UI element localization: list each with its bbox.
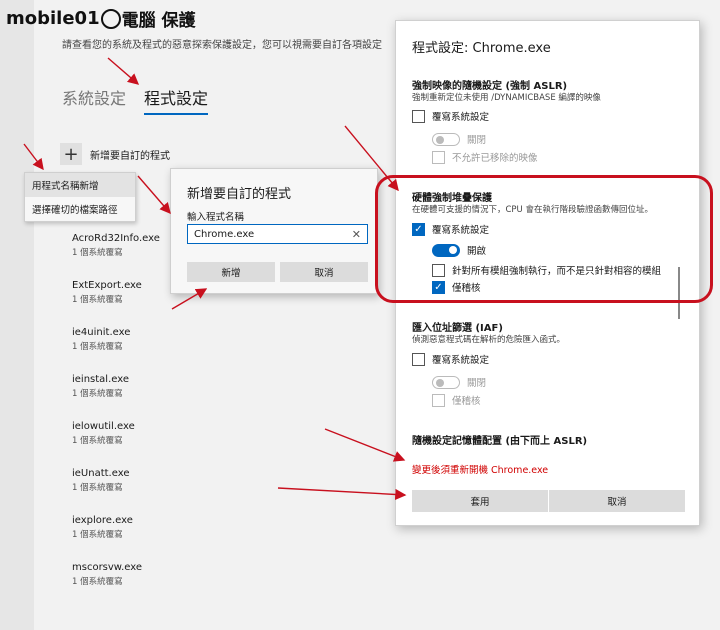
program-name-label: 輸入程式名稱	[187, 212, 245, 223]
aslr-toggle-row[interactable]: 關閉	[432, 132, 486, 146]
iaf-audit-row[interactable]: 僅稽核	[432, 393, 481, 407]
program-override-count: 1 個系統覆寫	[72, 389, 123, 399]
aslr-toggle-label: 關閉	[467, 135, 487, 146]
panel-cancel-button[interactable]: 取消	[549, 490, 685, 512]
add-button[interactable]: 新增	[187, 262, 275, 282]
add-method-dropdown: 用程式名稱新增 選擇確切的檔案路徑	[24, 172, 136, 222]
list-item[interactable]: ielowutil.exe 1 個系統覆寫	[72, 421, 160, 468]
bottomup-heading: 隨機設定記憶體配置 (由下而上 ASLR)	[412, 436, 588, 447]
aslr-override-checkbox[interactable]	[412, 109, 425, 123]
cancel-button[interactable]: 取消	[280, 262, 368, 282]
panel-title: 程式設定: Chrome.exe	[412, 41, 551, 56]
aslr-sub-row[interactable]: 不允許已移除的映像	[432, 150, 538, 164]
page-description: 請查看您的系統及程式的惡意探索保護設定，您可以視需要自訂各項設定	[62, 40, 382, 51]
aslr-override-label: 覆寫系統設定	[432, 112, 490, 123]
logo-text: mobile01	[6, 8, 100, 29]
iaf-description: 偵測惡意程式碼在解析的危險匯入函式。	[412, 335, 566, 345]
highlight-frame	[375, 175, 713, 303]
aslr-override-row[interactable]: 覆寫系統設定	[412, 109, 489, 123]
iaf-toggle-row[interactable]: 關閉	[432, 375, 486, 389]
program-override-count: 1 個系統覆寫	[72, 342, 123, 352]
iaf-audit-label: 僅稽核	[452, 396, 481, 407]
add-program-row[interactable]: + 新增要自訂的程式	[60, 143, 170, 165]
logo-suffix: 電腦 保護	[121, 11, 196, 31]
program-name-input[interactable]: Chrome.exe ✕	[187, 224, 368, 244]
program-name: ie4uinit.exe	[72, 327, 131, 338]
list-item[interactable]: ExtExport.exe 1 個系統覆寫	[72, 280, 160, 327]
aslr-sub-checkbox[interactable]	[432, 150, 445, 164]
add-program-label: 新增要自訂的程式	[90, 150, 170, 162]
list-item[interactable]: AcroRd32Info.exe 1 個系統覆寫	[72, 233, 160, 280]
program-name: ieUnatt.exe	[72, 468, 130, 479]
iaf-toggle[interactable]	[432, 375, 460, 389]
tab-system-settings[interactable]: 系統設定	[62, 85, 126, 115]
aslr-toggle[interactable]	[432, 132, 460, 146]
iaf-override-checkbox[interactable]	[412, 352, 425, 366]
iaf-heading: 匯入位址篩選 (IAF)	[412, 323, 503, 334]
program-name: mscorsvw.exe	[72, 562, 142, 573]
add-program-button[interactable]: +	[60, 143, 82, 165]
aslr-heading: 強制映像的隨機設定 (強制 ASLR)	[412, 81, 568, 92]
logo-ring-icon	[100, 8, 121, 29]
tab-program-settings[interactable]: 程式設定	[144, 85, 209, 115]
plus-icon: +	[63, 143, 79, 165]
menu-item-by-name[interactable]: 用程式名稱新增	[25, 173, 135, 197]
aslr-description: 強制重新定位未使用 /DYNAMICBASE 編譯的映像	[412, 93, 601, 103]
left-strip	[0, 0, 34, 630]
program-override-count: 1 個系統覆寫	[72, 577, 123, 587]
list-item[interactable]: mscorsvw.exe 1 個系統覆寫	[72, 562, 160, 609]
watermark-logo: mobile01 電腦 保護	[6, 6, 196, 31]
iaf-override-label: 覆寫系統設定	[432, 355, 490, 366]
list-item[interactable]: ieUnatt.exe 1 個系統覆寫	[72, 468, 160, 515]
program-name: AcroRd32Info.exe	[72, 233, 160, 244]
list-item[interactable]: ie4uinit.exe 1 個系統覆寫	[72, 327, 160, 374]
tab-bar: 系統設定 程式設定	[62, 85, 209, 115]
apply-button[interactable]: 套用	[412, 490, 548, 512]
program-name: ExtExport.exe	[72, 280, 142, 291]
program-name: iexplore.exe	[72, 515, 133, 526]
program-name-value: Chrome.exe	[194, 228, 255, 240]
program-override-count: 1 個系統覆寫	[72, 295, 123, 305]
add-program-dialog: 新增要自訂的程式 輸入程式名稱 Chrome.exe ✕ 新增 取消	[170, 168, 378, 294]
iaf-audit-checkbox[interactable]	[432, 393, 445, 407]
program-override-count: 1 個系統覆寫	[72, 483, 123, 493]
list-item[interactable]: iexplore.exe 1 個系統覆寫	[72, 515, 160, 562]
clear-icon[interactable]: ✕	[352, 228, 361, 241]
restart-warning: 變更後須重新開機 Chrome.exe	[412, 465, 549, 476]
list-item[interactable]: ieinstal.exe 1 個系統覆寫	[72, 374, 160, 421]
program-override-count: 1 個系統覆寫	[72, 530, 123, 540]
aslr-sub-label: 不允許已移除的映像	[452, 153, 538, 164]
program-override-count: 1 個系統覆寫	[72, 248, 123, 258]
menu-item-by-path[interactable]: 選擇確切的檔案路徑	[25, 197, 135, 221]
iaf-toggle-label: 關閉	[467, 378, 487, 389]
iaf-override-row[interactable]: 覆寫系統設定	[412, 352, 489, 366]
program-name: ielowutil.exe	[72, 421, 135, 432]
program-name: ieinstal.exe	[72, 374, 130, 385]
dialog-title: 新增要自訂的程式	[187, 187, 292, 202]
program-list: …exe AcroRd32Info.exe1 個系統覆寫 ExtExport.e…	[72, 186, 160, 609]
program-override-count: 1 個系統覆寫	[72, 436, 123, 446]
